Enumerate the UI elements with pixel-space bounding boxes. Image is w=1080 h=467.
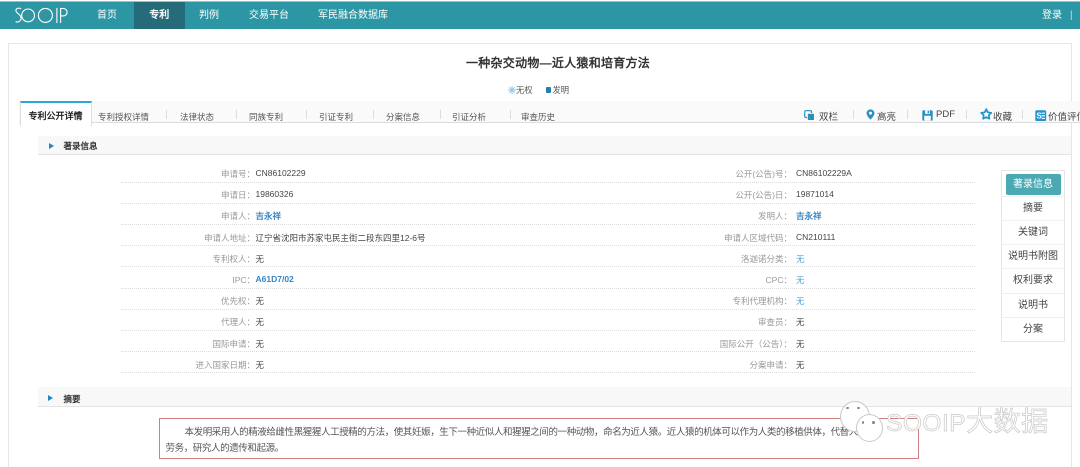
svg-text:S: S — [1036, 111, 1042, 120]
